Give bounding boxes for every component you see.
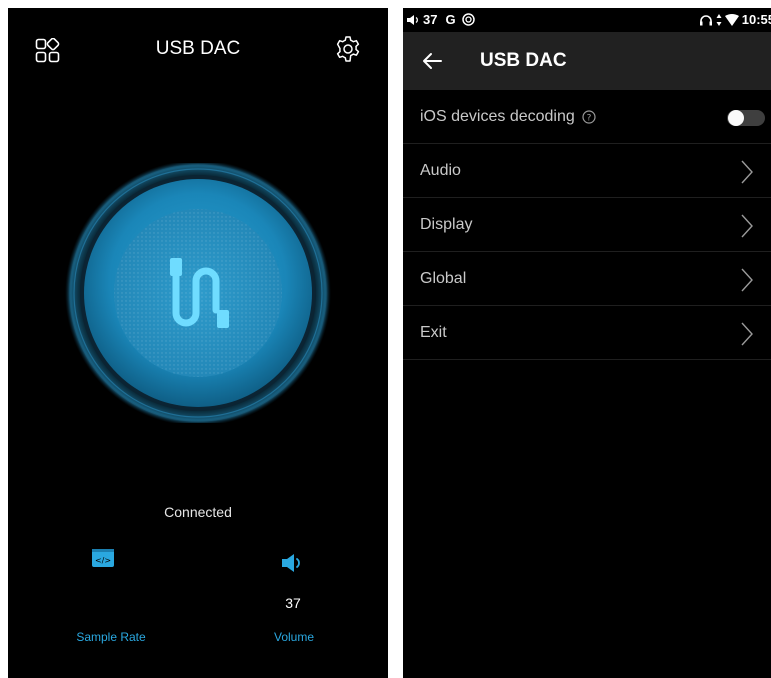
data-transfer-icon	[716, 13, 722, 26]
settings-item-label: Exit	[420, 324, 447, 341]
usb-dac-settings-screen: 37 G 10:55 USB DAC	[403, 8, 771, 678]
app-bar: USB DAC	[403, 32, 771, 90]
page-title: USB DAC	[480, 50, 567, 71]
svg-text:?: ?	[587, 114, 592, 124]
chevron-right-icon	[741, 214, 753, 238]
sample-rate-icon[interactable]: </>	[92, 549, 114, 567]
page-title: USB DAC	[155, 38, 241, 59]
settings-item-global[interactable]: Global	[403, 252, 771, 306]
wifi-icon	[724, 13, 739, 26]
chevron-right-icon	[741, 160, 753, 184]
svg-text:</>: </>	[95, 556, 111, 565]
settings-item-exit[interactable]: Exit	[403, 306, 771, 360]
status-g-label: G	[445, 12, 456, 27]
settings-item-label: Global	[420, 270, 467, 287]
settings-item-audio[interactable]: Audio	[403, 144, 771, 198]
gear-icon[interactable]	[334, 35, 362, 63]
settings-item-label: Audio	[420, 162, 461, 179]
ios-decoding-toggle[interactable]	[727, 110, 765, 126]
headphones-icon	[699, 14, 712, 25]
status-volume: 37	[423, 12, 438, 27]
usb-dac-main-screen: USB DAC Connected </> 37 Sample Rate Vol…	[8, 8, 388, 678]
help-icon[interactable]: ?	[582, 110, 596, 124]
status-bar: 37 G 10:55	[403, 8, 771, 32]
settings-item-label: iOS devices decoding	[420, 108, 575, 125]
chevron-right-icon	[741, 322, 753, 346]
volume-label[interactable]: Volume	[254, 630, 334, 644]
back-arrow-icon[interactable]	[421, 50, 443, 72]
volume-value: 37	[285, 595, 301, 611]
sample-rate-label[interactable]: Sample Rate	[56, 630, 166, 644]
connection-status: Connected	[164, 504, 232, 520]
settings-list: iOS devices decoding ? Audio Display Glo…	[403, 90, 771, 360]
usb-dial[interactable]	[8, 163, 388, 423]
settings-item-display[interactable]: Display	[403, 198, 771, 252]
status-time: 10:55	[741, 12, 771, 27]
settings-item-ios-decoding[interactable]: iOS devices decoding ?	[403, 90, 771, 144]
settings-item-label: Display	[420, 216, 473, 233]
speaker-icon[interactable]	[281, 553, 305, 573]
toggle-knob	[728, 110, 744, 126]
chevron-right-icon	[741, 268, 753, 292]
volume-icon	[407, 14, 418, 25]
do-not-disturb-icon	[461, 13, 475, 26]
